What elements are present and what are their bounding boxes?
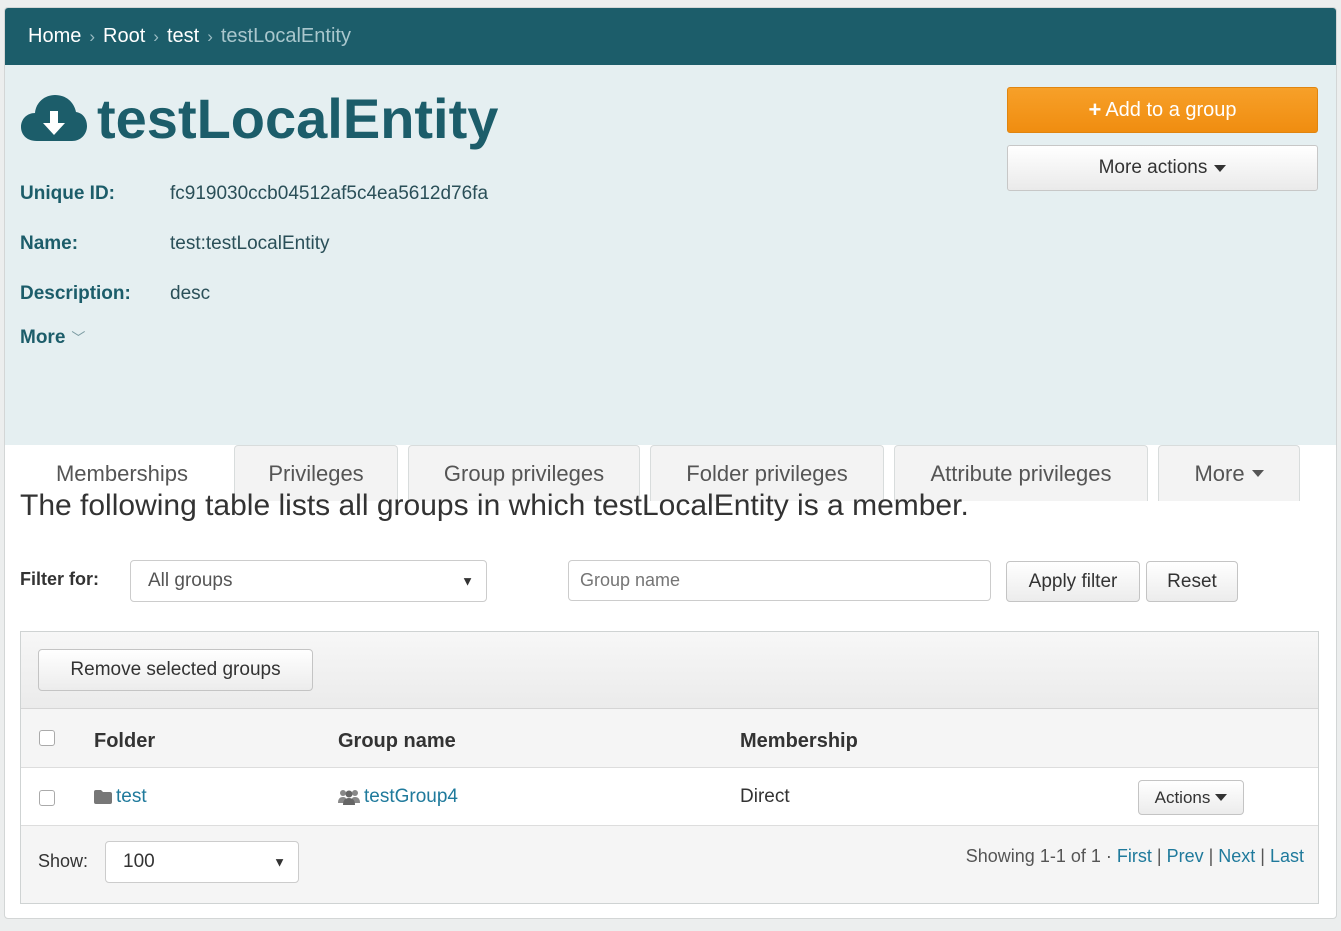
caret-down-icon (1214, 164, 1227, 172)
page-size-value: 100 (123, 851, 155, 872)
row-actions-button[interactable]: Actions (1138, 780, 1244, 815)
more-details-toggle[interactable]: More ﹀ (20, 327, 85, 349)
triangle-down-icon: ▼ (273, 854, 286, 870)
paging-prev[interactable]: Prev (1167, 846, 1204, 866)
paging-first[interactable]: First (1117, 846, 1152, 866)
page-title: testLocalEntity (97, 87, 499, 150)
caret-down-icon (1215, 794, 1228, 801)
field-value: desc (170, 283, 211, 304)
caret-down-icon (1251, 470, 1264, 477)
apply-filter-button[interactable]: Apply filter (1006, 561, 1140, 602)
membership-cell: Direct (740, 786, 790, 807)
group-name-input[interactable] (568, 560, 991, 601)
breadcrumb: Home › Root › test › testLocalEntity (5, 8, 1336, 65)
tab-label: Attribute privileges (930, 460, 1112, 486)
page-size-select[interactable]: 100 ▼ (105, 841, 299, 883)
row-checkbox[interactable] (39, 790, 55, 806)
group-link[interactable]: testGroup4 (364, 786, 458, 807)
folder-cell: test (94, 786, 147, 808)
column-header-group-name: Group name (338, 730, 456, 752)
filter-label: Filter for: (20, 569, 99, 589)
memberships-lead: The following table lists all groups in … (20, 489, 969, 522)
more-details-label: More (20, 327, 66, 348)
field-value: fc919030ccb04512af5c4ea5612d76fa (170, 183, 489, 204)
reset-label: Reset (1167, 570, 1217, 592)
title-row: testLocalEntity (19, 89, 498, 149)
field-value: test:testLocalEntity (170, 233, 330, 254)
breadcrumb-separator: › (207, 26, 213, 46)
column-header-membership: Membership (740, 730, 858, 752)
select-all-checkbox[interactable] (39, 730, 55, 746)
filter-select[interactable]: All groups ▼ (130, 560, 487, 602)
breadcrumb-home[interactable]: Home (28, 25, 81, 48)
triangle-down-icon: ▼ (461, 573, 474, 589)
tab-label: Group privileges (443, 460, 605, 486)
tab-more[interactable]: More (1158, 445, 1300, 501)
more-actions-button[interactable]: More actions (1007, 145, 1318, 191)
breadcrumb-separator: › (153, 26, 159, 46)
table-toolbar: Remove selected groups (21, 632, 1318, 709)
reset-button[interactable]: Reset (1146, 561, 1238, 602)
column-header-folder: Folder (94, 730, 156, 752)
field-label: Description: (20, 283, 131, 304)
field-label: Unique ID: (20, 183, 115, 204)
tab-label: Memberships (55, 460, 189, 486)
pagination: Showing 1-1 of 1 · First | Prev | Next |… (965, 846, 1304, 866)
tab-label: Privileges (268, 460, 364, 486)
chevron-down-icon: ﹀ (71, 330, 86, 346)
tab-label: More (1194, 460, 1245, 486)
tab-label: Folder privileges (686, 460, 848, 486)
show-label: Show: (38, 851, 89, 871)
breadcrumb-separator: › (89, 26, 96, 46)
table-row: test testGroup4 Direct Actions (21, 768, 1318, 826)
table-header: Folder Group name Membership (21, 709, 1318, 768)
field-label: Name: (20, 233, 79, 254)
breadcrumb-test[interactable]: test (167, 25, 199, 48)
row-actions-label: Actions (1154, 787, 1211, 807)
remove-selected-groups-button[interactable]: Remove selected groups (38, 649, 313, 691)
breadcrumb-current: testLocalEntity (220, 25, 351, 47)
remove-selected-label: Remove selected groups (70, 659, 281, 680)
plus-icon: + (1088, 97, 1102, 122)
entity-header: testLocalEntity Unique ID: fc919030ccb04… (5, 65, 1336, 501)
paging-summary: Showing 1-1 of 1 · (965, 846, 1112, 866)
more-actions-label: More actions (1098, 157, 1208, 178)
cloud-download-icon (21, 95, 87, 141)
apply-filter-label: Apply filter (1028, 570, 1118, 592)
group-icon (338, 789, 360, 805)
add-to-group-button[interactable]: + Add to a group (1007, 87, 1318, 133)
memberships-table: Remove selected groups Folder Group name… (20, 631, 1319, 904)
add-to-group-label: Add to a group (1105, 98, 1237, 121)
table-footer: Show: 100 ▼ Showing 1-1 of 1 · First | P… (21, 826, 1318, 903)
folder-icon (94, 789, 112, 804)
folder-link[interactable]: test (116, 786, 147, 807)
paging-last[interactable]: Last (1270, 846, 1304, 866)
filter-select-value: All groups (148, 570, 233, 591)
main-panel: Home › Root › test › testLocalEntity tes… (4, 7, 1337, 919)
breadcrumb-root[interactable]: Root (103, 25, 145, 48)
paging-next[interactable]: Next (1218, 846, 1255, 866)
group-cell: testGroup4 (338, 786, 458, 808)
